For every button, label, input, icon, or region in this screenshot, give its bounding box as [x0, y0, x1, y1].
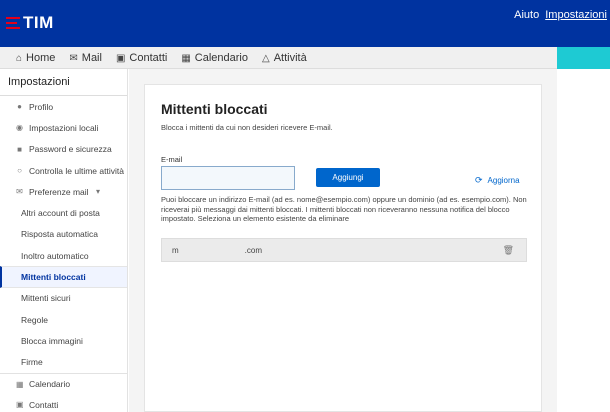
nav-calendar-label: Calendario: [194, 52, 248, 64]
add-button[interactable]: Aggiungi: [316, 168, 380, 187]
sidebar-item-label: Mittenti bloccati: [21, 272, 86, 283]
refresh-button[interactable]: ⟳ Aggiorna: [475, 175, 520, 186]
nav-contacts-label: Contatti: [129, 52, 168, 64]
nav-activity[interactable]: △ Attività: [262, 52, 307, 64]
refresh-icon: ⟳: [475, 175, 483, 185]
nav-activity-label: Attività: [273, 52, 307, 64]
bell-icon: △: [261, 52, 270, 64]
chevron-down-icon: ▾: [96, 187, 101, 197]
sidebar-item-label: Inoltro automatico: [21, 250, 89, 261]
help-text: Puoi bloccare un indirizzo E-mail (ad es…: [161, 195, 527, 223]
mail-icon: ✉: [16, 187, 23, 197]
sidebar-item-label: Contatti: [29, 399, 59, 410]
mail-icon: ✉: [69, 52, 78, 64]
sidebar-item-other-accounts[interactable]: Altri account di posta: [0, 202, 127, 223]
blocked-sender-item[interactable]: m .com 🗑: [161, 238, 527, 262]
sidebar-item-label: Blocca immagini: [21, 335, 83, 346]
sidebar-item-auto-forward[interactable]: Inoltro automatico: [0, 245, 127, 266]
location-icon: ◉: [16, 123, 23, 133]
tim-logo[interactable]: TIM: [6, 13, 54, 33]
blocked-address: m .com: [172, 246, 262, 255]
home-icon: ⌂: [16, 52, 23, 64]
calendar-icon: ▦: [181, 52, 191, 64]
blocked-senders-panel: Mittenti bloccati Blocca i mittenti da c…: [144, 84, 542, 412]
blocked-address-prefix: m: [172, 245, 179, 255]
trash-icon[interactable]: 🗑: [503, 245, 514, 256]
sidebar-item-label: Risposta automatica: [21, 229, 99, 240]
sidebar-item-signatures[interactable]: Firme: [0, 352, 127, 373]
sidebar-item-label: Controlla le ultime attività: [29, 165, 124, 176]
refresh-label: Aggiorna: [487, 176, 520, 185]
top-links: Aiuto Impostazioni: [514, 9, 607, 21]
nav-mail-label: Mail: [81, 52, 102, 64]
nav-contacts[interactable]: ▣ Contatti: [116, 52, 167, 64]
sidebar-item-calendar[interactable]: ▦ Calendario: [0, 372, 127, 394]
sidebar-item-mail-prefs[interactable]: ✉ Preferenze mail ▾: [0, 181, 127, 202]
main-nav: ⌂ Home ✉ Mail ▣ Contatti ▦ Calendario △ …: [0, 47, 610, 69]
nav-home[interactable]: ⌂ Home: [16, 52, 55, 64]
sidebar-item-blocked-senders[interactable]: Mittenti bloccati: [0, 266, 127, 288]
top-bar: TIM Aiuto Impostazioni: [0, 0, 610, 47]
contacts-icon: ▣: [16, 400, 24, 410]
circle-icon: ○: [17, 166, 22, 176]
sidebar-item-label: Altri account di posta: [21, 208, 100, 219]
help-link[interactable]: Aiuto: [514, 9, 539, 21]
sidebar-item-activity[interactable]: ○ Controlla le ultime attività: [0, 160, 127, 181]
lock-icon: ■: [17, 144, 22, 154]
settings-link[interactable]: Impostazioni: [545, 9, 607, 21]
teal-accent-block: [557, 47, 610, 69]
sidebar-item-rules[interactable]: Regole: [0, 309, 127, 330]
sidebar-item-label: Mittenti sicuri: [21, 293, 71, 304]
sidebar-item-label: Regole: [21, 314, 48, 325]
sidebar-item-safe-senders[interactable]: Mittenti sicuri: [0, 288, 127, 309]
settings-sidebar: Impostazioni ● Profilo ◉ Impostazioni lo…: [0, 69, 128, 412]
nav-home-label: Home: [26, 52, 56, 64]
email-input[interactable]: [161, 166, 295, 190]
calendar-icon: ▦: [16, 379, 24, 389]
sidebar-item-label: Profilo: [29, 101, 54, 112]
email-label: E-mail: [161, 155, 183, 164]
nav-calendar[interactable]: ▦ Calendario: [181, 52, 248, 64]
nav-mail[interactable]: ✉ Mail: [69, 52, 102, 64]
sidebar-title: Impostazioni: [0, 69, 127, 96]
sidebar-item-label: Firme: [21, 357, 43, 368]
sidebar-item-password[interactable]: ■ Password e sicurezza: [0, 139, 127, 160]
logo-text: TIM: [23, 13, 54, 32]
sidebar-item-label: Password e sicurezza: [29, 144, 112, 155]
sidebar-item-contacts[interactable]: ▣ Contatti: [0, 394, 127, 412]
sidebar-item-auto-reply[interactable]: Risposta automatica: [0, 224, 127, 245]
page-subtitle: Blocca i mittenti da cui non desideri ri…: [161, 123, 333, 132]
user-icon: ●: [17, 102, 22, 112]
sidebar-item-block-images[interactable]: Blocca immagini: [0, 330, 127, 351]
redacted-mask: [179, 246, 245, 255]
sidebar-item-label: Impostazioni locali: [29, 122, 99, 133]
blocked-address-suffix: .com: [244, 245, 263, 255]
sidebar-item-label: Calendario: [29, 379, 71, 389]
logo-bars-icon: [6, 17, 20, 29]
sidebar-item-profile[interactable]: ● Profilo: [0, 96, 127, 117]
sidebar-item-label: Preferenze mail: [29, 186, 89, 197]
sidebar-item-locale[interactable]: ◉ Impostazioni locali: [0, 117, 127, 138]
contacts-icon: ▣: [115, 52, 126, 64]
page-title: Mittenti bloccati: [161, 101, 268, 117]
